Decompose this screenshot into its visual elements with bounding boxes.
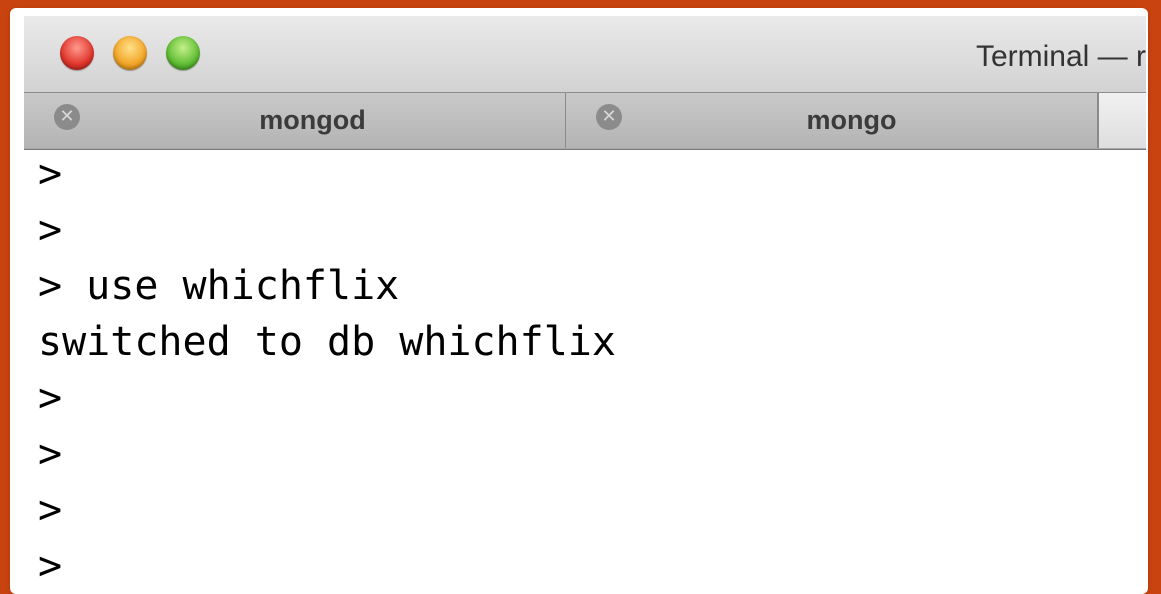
console-line: >: [38, 151, 63, 197]
title-bar[interactable]: Terminal — r: [24, 16, 1146, 92]
tab-mongo[interactable]: ✕ mongo: [566, 93, 1098, 148]
terminal-window: Terminal — r ✕ mongod ✕ mongo > > > use …: [24, 16, 1146, 592]
console-line: > use whichflix: [38, 263, 400, 309]
tab-bar: ✕ mongod ✕ mongo: [24, 92, 1146, 150]
window-title: Terminal — r: [975, 40, 1146, 73]
tab-label: mongo: [806, 105, 897, 135]
tab-mongod[interactable]: ✕ mongod: [24, 93, 566, 148]
console-line: >: [38, 487, 63, 533]
console-line: >: [38, 431, 63, 477]
minimize-window-button[interactable]: [113, 36, 147, 70]
screenshot-frame: Terminal — r ✕ mongod ✕ mongo > > > use …: [12, 10, 1146, 592]
console-line: >: [38, 207, 63, 253]
console-line: switched to db whichflix: [38, 319, 616, 365]
terminal-output[interactable]: > > > use whichflix switched to db which…: [24, 150, 1146, 592]
zoom-window-button[interactable]: [166, 36, 200, 70]
close-window-button[interactable]: [60, 36, 94, 70]
console-line: >: [38, 543, 63, 589]
console-line: >: [38, 375, 63, 421]
tab-label: mongod: [259, 105, 366, 135]
tab-active-partial[interactable]: [1098, 93, 1146, 148]
